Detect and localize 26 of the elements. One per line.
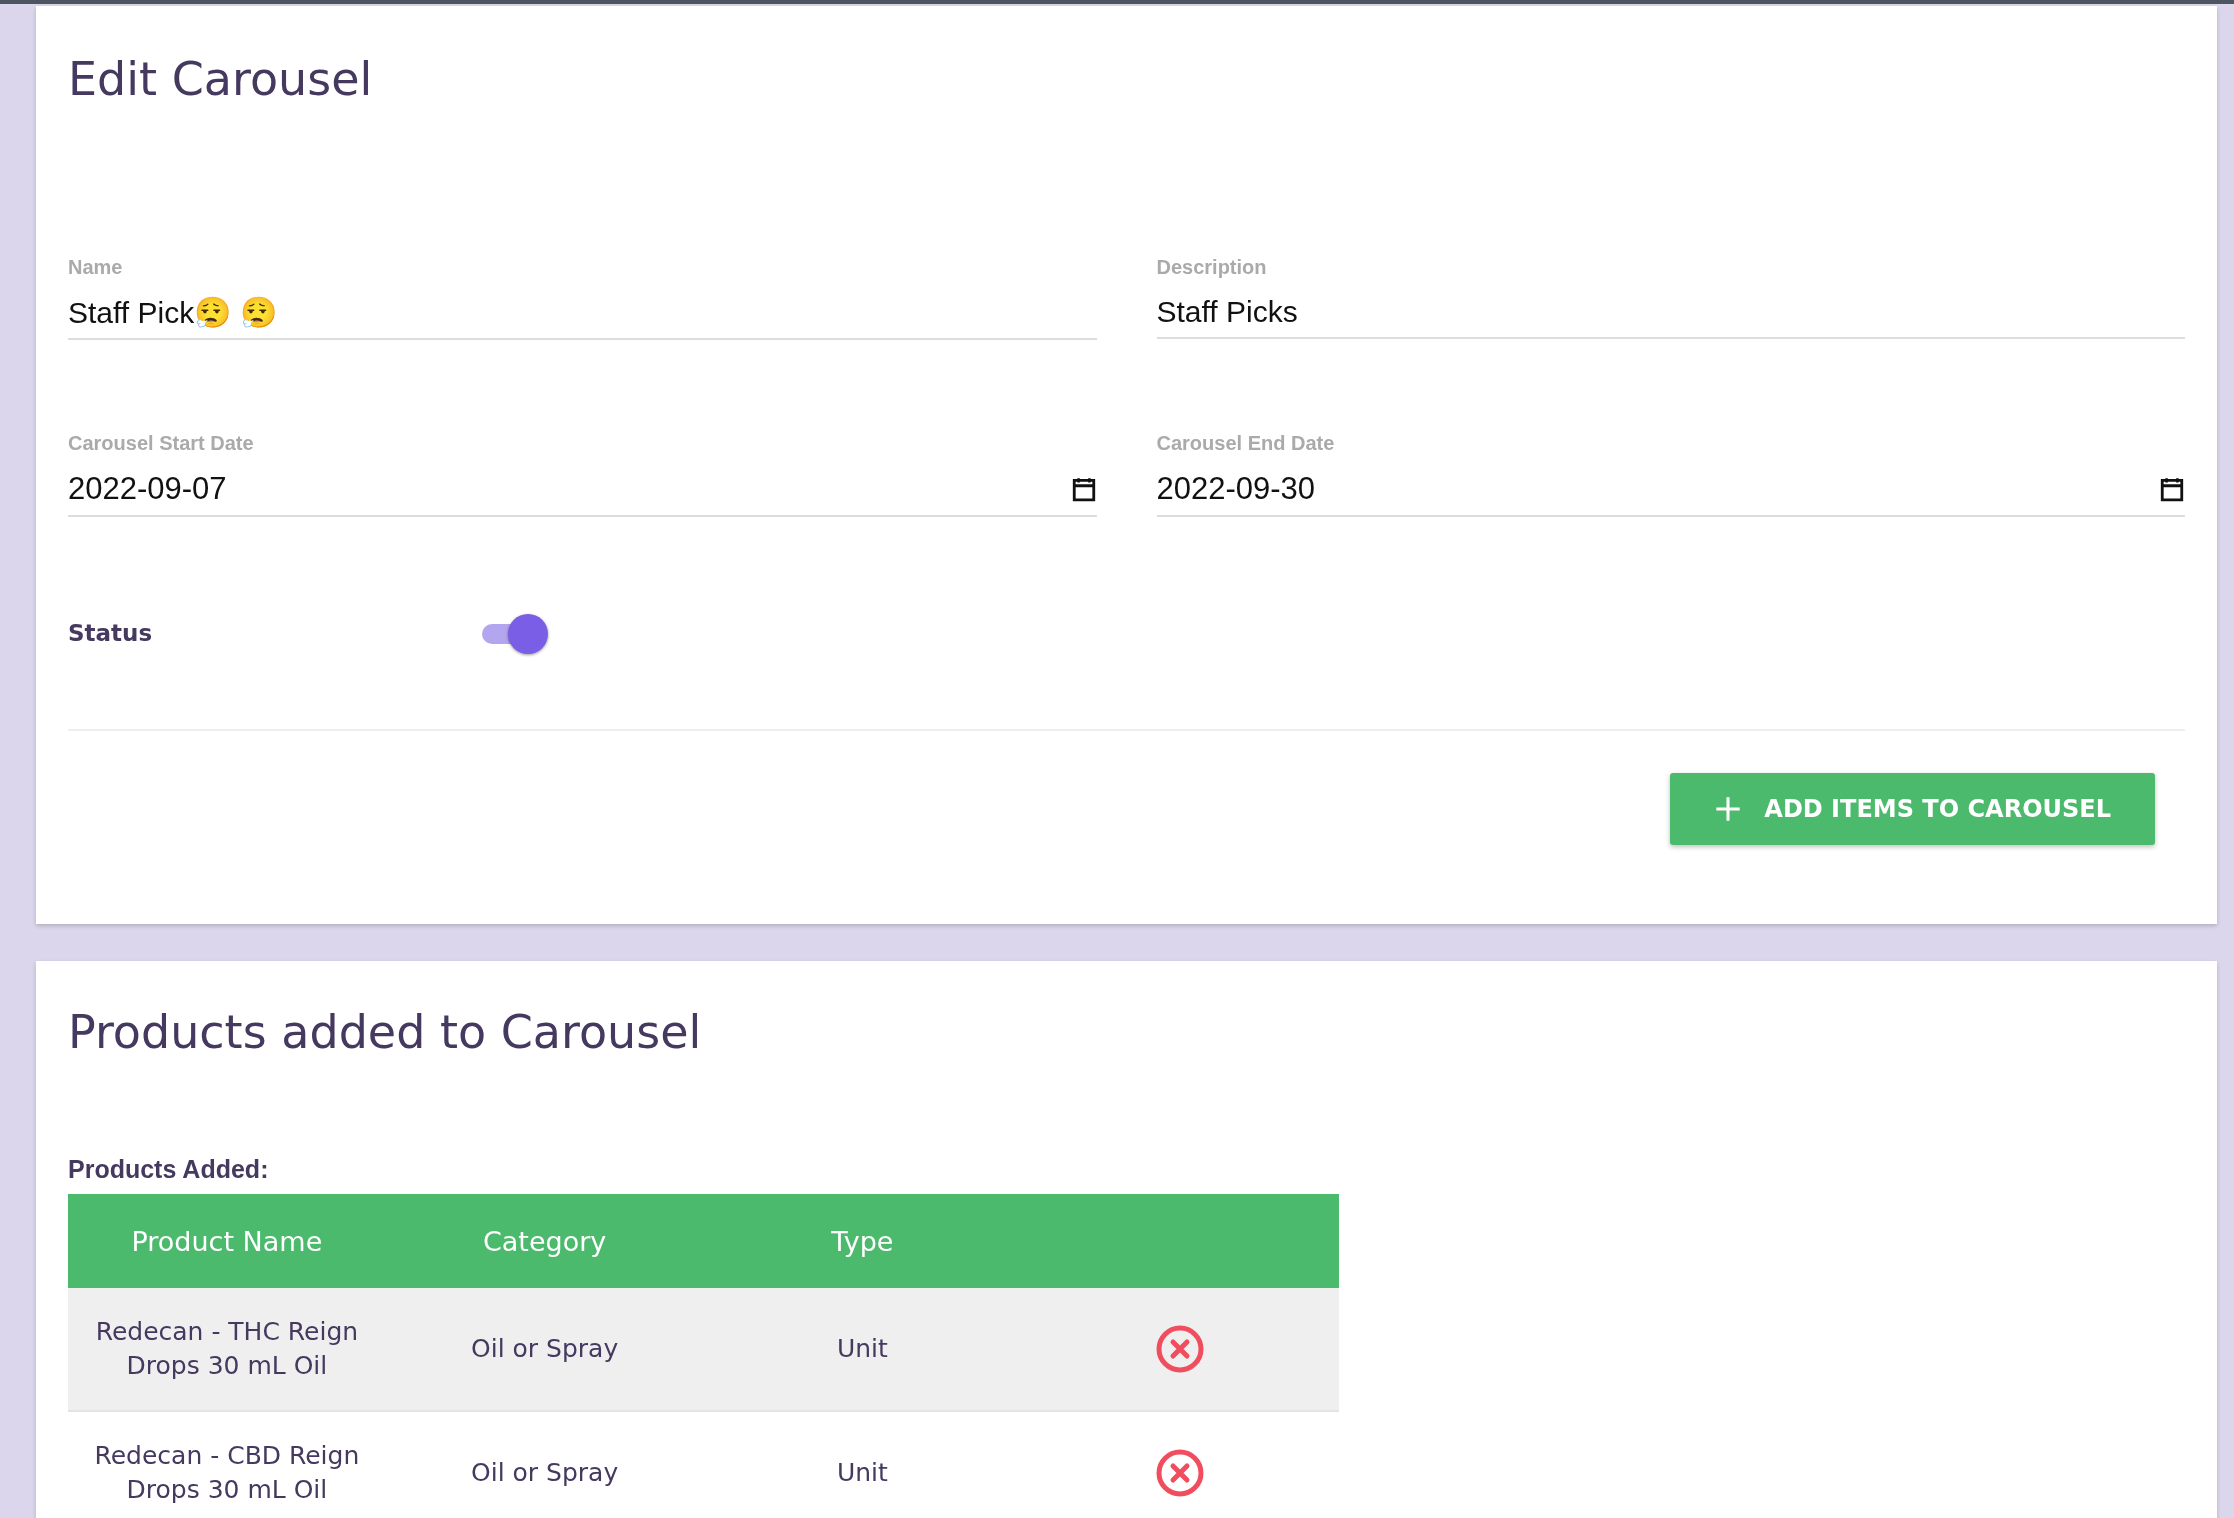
field-label: Carousel Start Date	[68, 432, 255, 455]
text-field[interactable]: Staff Picks	[1156, 279, 2185, 339]
plus-icon	[1714, 795, 1743, 823]
table-cell-text: Oil or Spray	[470, 1457, 620, 1489]
column-header: Category	[482, 1225, 607, 1257]
field-label: Description	[1156, 256, 1268, 279]
status-label: Status	[68, 620, 154, 646]
status-toggle[interactable]	[480, 612, 550, 654]
date-field[interactable]: 2022-09-07	[68, 455, 1097, 517]
table-title: Products Added:	[68, 1155, 270, 1184]
page-title: Edit Carousel	[68, 51, 374, 108]
calendar-icon[interactable]	[1070, 475, 1097, 503]
table-cell-text: Unit	[835, 1333, 889, 1365]
table-cell-text: Oil or Spray	[470, 1333, 620, 1365]
field-label: Name	[68, 256, 124, 279]
date-field[interactable]: 2022-09-30	[1156, 455, 2185, 517]
table-cell-text: Redecan - CBD Reign Drops 30 mL Oil	[93, 1440, 361, 1506]
table-cell-text: Unit	[835, 1457, 889, 1489]
remove-icon[interactable]	[1156, 1325, 1205, 1373]
section-title: Products added to Carousel	[68, 1004, 703, 1061]
field-label: Carousel End Date	[1156, 432, 1336, 455]
column-header: Product Name	[131, 1225, 323, 1257]
calendar-icon[interactable]	[2159, 475, 2185, 503]
remove-icon[interactable]	[1156, 1449, 1205, 1497]
table-cell-text: Redecan - THC Reign Drops 30 mL Oil	[94, 1316, 360, 1382]
column-header: Type	[831, 1225, 894, 1257]
